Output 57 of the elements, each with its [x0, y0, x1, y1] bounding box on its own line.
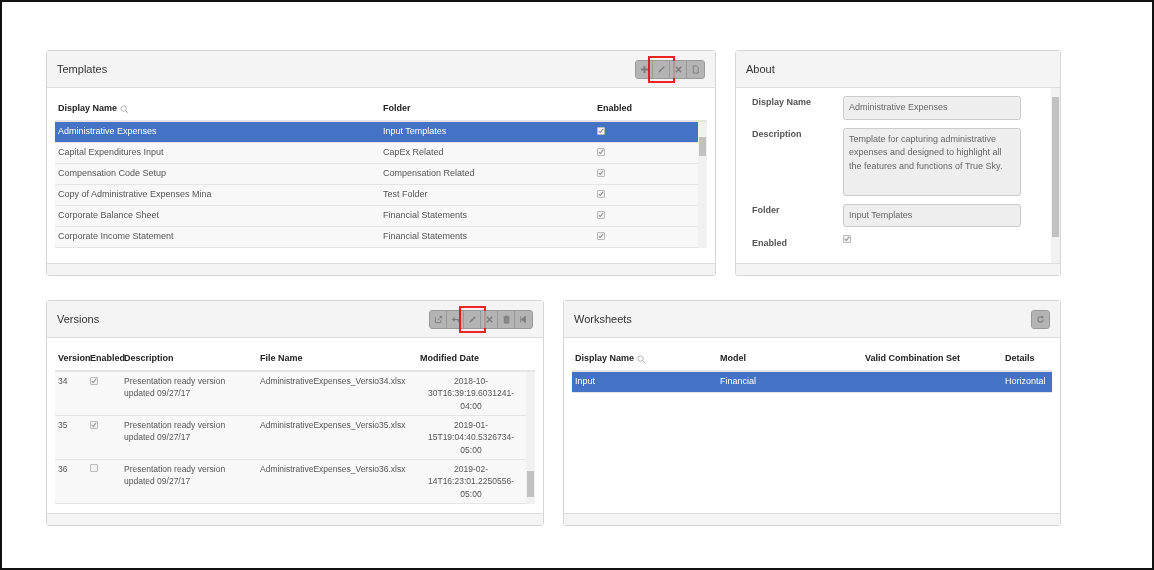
column-header: Model — [720, 352, 746, 366]
panel-title: Templates — [57, 61, 108, 77]
table-cell-text: Compensation Code Setup — [57, 167, 168, 181]
text-field[interactable]: Input Templates — [843, 203, 1021, 227]
table-cell-text: 2019-02-14T16:23:01.2250556-05:00 — [427, 462, 515, 500]
table-cell-text: Compensation Related — [382, 167, 476, 181]
table-cell-text: Corporate Balance Sheet — [57, 209, 161, 223]
table-cell-text: Administrative Expenses — [57, 125, 158, 139]
table-cell-text: Test Folder — [382, 188, 429, 202]
table-cell-text: Presentation ready version updated 09/27/17 — [123, 418, 227, 444]
column-header: File Name — [260, 352, 303, 366]
table-row[interactable]: Capital Expenditures Input CapEx Related — [55, 143, 698, 164]
table-cell-text: 34 — [57, 375, 69, 388]
field-label: Folder — [752, 203, 781, 217]
table-cell-text: Horizontal — [1004, 375, 1047, 389]
table-cell-text: Financial Statements — [382, 230, 469, 244]
column-header: Enabled — [90, 352, 125, 366]
column-header: Display Name — [58, 102, 118, 116]
table-cell-text: Presentation ready version updated 09/27/17 — [123, 375, 227, 400]
table-cell-text: CapEx Related — [382, 146, 445, 160]
table-row[interactable]: Input Financial Horizontal — [572, 372, 1052, 393]
column-header: Display Name — [575, 352, 635, 366]
panel-title: Worksheets — [574, 311, 632, 327]
table-cell-text: Presentation ready version updated 09/27/17 — [123, 462, 227, 488]
table-cell-text: AdministrativeExpenses_Versio36.xlsx — [259, 462, 407, 476]
text-field[interactable]: Administrative Expenses — [843, 96, 1021, 120]
column-header: Version — [58, 352, 91, 366]
table-cell-text: 35 — [57, 418, 69, 432]
field-label: Description — [752, 127, 803, 141]
table-row[interactable]: Corporate Income Statement Financial Statements — [55, 227, 698, 248]
column-header: Modified Date — [420, 352, 479, 366]
table-cell-text: 2018-10-30T16:39:19.6031241-04:00 — [427, 375, 515, 412]
table-cell-text: 36 — [57, 462, 69, 476]
table-cell-text: Capital Expenditures Input — [57, 146, 165, 160]
field-label: Display Name — [752, 96, 813, 109]
table-row[interactable]: Administrative Expenses Input Templates — [55, 122, 698, 143]
table-cell-text: AdministrativeExpenses_Versio34.xlsx — [259, 375, 407, 388]
column-header: Enabled — [597, 102, 632, 116]
column-header: Folder — [383, 102, 411, 116]
table-cell-text: AdministrativeExpenses_Versio35.xlsx — [259, 418, 407, 432]
table-cell-text: Copy of Administrative Expenses Mina — [57, 188, 213, 202]
table-cell-text: Corporate Income Statement — [57, 230, 175, 244]
table-cell-text: Financial — [719, 375, 758, 389]
column-header: Details — [1005, 352, 1035, 366]
panel-title: About — [746, 61, 775, 77]
column-header: Valid Combination Set — [865, 352, 960, 366]
table-row[interactable]: Compensation Code Setup Compensation Related — [55, 164, 698, 185]
panel-title: Versions — [57, 311, 100, 327]
table-cell-text: Financial Statements — [382, 209, 469, 223]
table-row[interactable]: Corporate Balance Sheet Financial Statements — [55, 206, 698, 227]
column-header: Description — [124, 352, 174, 366]
description-field[interactable]: Template for capturing administrative expenses and designed to highlight all the features and functions of True Sky. — [843, 127, 1021, 196]
table-row[interactable]: Copy of Administrative Expenses Mina Test Folder — [55, 185, 698, 206]
field-label: Enabled — [752, 237, 788, 250]
table-cell-text: Input Templates — [382, 125, 448, 139]
table-cell-text: Input — [574, 375, 597, 389]
table-cell-text: 2019-01-15T19:04:40.5326734-05:00 — [427, 418, 515, 456]
